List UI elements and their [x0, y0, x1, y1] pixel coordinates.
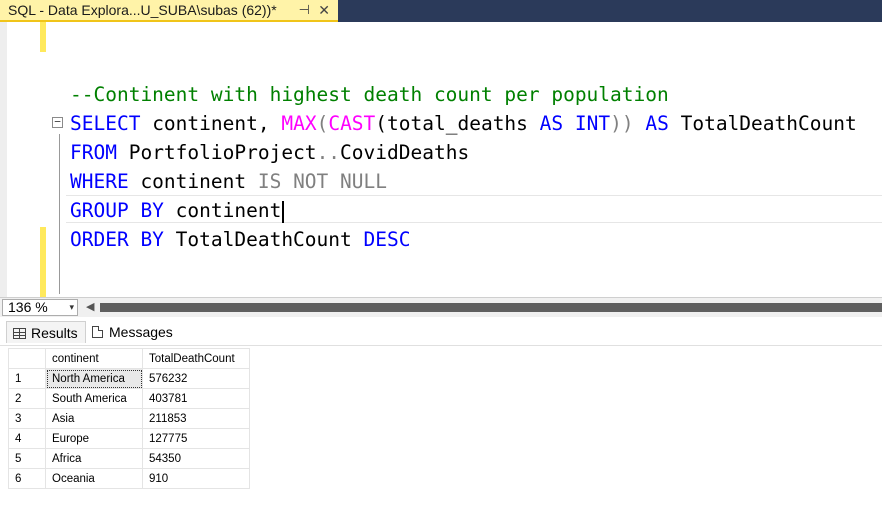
editor-left-rail	[0, 22, 7, 297]
query-editor[interactable]: − --Continent with highest death count p…	[0, 22, 882, 297]
tab-title: SQL - Data Explora...U_SUBA\subas (62))*	[8, 2, 277, 18]
code-line-where: WHERE continent IS NOT NULL	[70, 168, 387, 196]
row-header-corner[interactable]	[8, 348, 46, 369]
collapse-icon[interactable]: −	[52, 116, 63, 128]
code-text: continent	[163, 199, 282, 222]
grid-cell[interactable]: 211853	[142, 408, 250, 429]
results-tab-bar: Results Messages	[0, 319, 882, 345]
keyword-order-by: ORDER BY	[70, 228, 164, 251]
zoom-value: 136 %	[8, 299, 48, 315]
pin-icon[interactable]: ⊣	[299, 0, 310, 20]
code-line-from: FROM PortfolioProject..CovidDeaths	[70, 139, 469, 167]
changed-line-marker	[40, 227, 46, 297]
editor-status-row: 136 % ▾ ◀	[0, 297, 882, 317]
row-number[interactable]: 3	[8, 408, 46, 429]
grid-cell[interactable]: 910	[142, 468, 250, 489]
code-line-select: SELECT continent, MAX(CAST(total_deaths …	[70, 110, 857, 138]
scroll-left-icon[interactable]: ◀	[86, 300, 94, 313]
keyword-int: INT	[574, 112, 611, 135]
code-text: (total_deaths	[375, 112, 540, 135]
keyword-as: AS	[645, 112, 669, 135]
table-row[interactable]: 6 Oceania 910	[8, 468, 250, 489]
keyword-where: WHERE	[70, 170, 129, 193]
document-tab-strip: SQL - Data Explora...U_SUBA\subas (62))*…	[0, 0, 882, 22]
code-condition: IS NOT NULL	[257, 170, 387, 193]
column-header[interactable]: TotalDeathCount	[142, 348, 250, 369]
keyword-as: AS	[539, 112, 564, 135]
code-text: PortfolioProject	[116, 141, 317, 164]
grid-cell[interactable]: North America	[45, 368, 143, 389]
code-text: TotalDeathCount	[668, 112, 857, 135]
grid-cell[interactable]: 127775	[142, 428, 250, 449]
zoom-select[interactable]: 136 % ▾	[2, 299, 78, 316]
grid-cell[interactable]: 403781	[142, 388, 250, 409]
code-line-comment: --Continent with highest death count per…	[70, 83, 669, 106]
keyword-desc: DESC	[363, 228, 411, 251]
outline-guide	[59, 134, 60, 294]
table-row[interactable]: 3 Asia 211853	[8, 408, 250, 429]
keyword-group-by: GROUP BY	[70, 199, 164, 222]
row-number[interactable]: 6	[8, 468, 46, 489]
table-row[interactable]: 5 Africa 54350	[8, 448, 250, 469]
horizontal-scrollbar-thumb[interactable]	[100, 303, 882, 312]
code-text: continent	[128, 170, 258, 193]
tab-messages-label: Messages	[109, 324, 173, 340]
grid-cell[interactable]: 576232	[142, 368, 250, 389]
column-header[interactable]: continent	[45, 348, 143, 369]
grid-cell[interactable]: South America	[45, 388, 143, 409]
code-paren: ))	[610, 112, 646, 135]
row-number[interactable]: 1	[8, 368, 46, 389]
grid-cell[interactable]: Oceania	[45, 468, 143, 489]
tab-results-label: Results	[31, 325, 78, 341]
keyword-select: SELECT	[70, 112, 141, 135]
tab-messages[interactable]: Messages	[90, 321, 173, 343]
code-text: CovidDeaths	[340, 141, 470, 164]
grid-cell[interactable]: Asia	[45, 408, 143, 429]
close-icon[interactable]: ✕	[318, 0, 330, 20]
function-max: MAX	[281, 112, 317, 135]
grid-cell[interactable]: 54350	[142, 448, 250, 469]
table-row[interactable]: 2 South America 403781	[8, 388, 250, 409]
grid-icon	[13, 328, 26, 339]
code-line-group-by: GROUP BY continent	[70, 197, 285, 225]
grid-cell[interactable]: Africa	[45, 448, 143, 469]
results-grid-area: continent TotalDeathCount 1 North Americ…	[0, 345, 882, 517]
row-number[interactable]: 4	[8, 428, 46, 449]
results-grid: continent TotalDeathCount 1 North Americ…	[8, 348, 250, 489]
tab-results[interactable]: Results	[6, 321, 86, 343]
table-row[interactable]: 1 North America 576232	[8, 368, 250, 389]
code-paren: (	[316, 112, 329, 135]
keyword-from: FROM	[70, 141, 117, 164]
code-text: TotalDeathCount	[163, 228, 364, 251]
text-caret	[282, 200, 285, 223]
document-icon	[92, 326, 103, 338]
glyph-margin	[7, 22, 37, 297]
code-text: continent,	[140, 112, 282, 135]
changed-line-marker	[40, 22, 46, 52]
row-number[interactable]: 2	[8, 388, 46, 409]
grid-header-row: continent TotalDeathCount	[8, 348, 250, 369]
query-document-tab[interactable]: SQL - Data Explora...U_SUBA\subas (62))*…	[0, 0, 338, 22]
code-dots: ..	[316, 141, 341, 164]
chevron-down-icon[interactable]: ▾	[69, 300, 74, 315]
row-number[interactable]: 5	[8, 448, 46, 469]
function-cast: CAST	[328, 112, 376, 135]
grid-cell[interactable]: Europe	[45, 428, 143, 449]
table-row[interactable]: 4 Europe 127775	[8, 428, 250, 449]
code-line-order-by: ORDER BY TotalDeathCount DESC	[70, 226, 410, 254]
